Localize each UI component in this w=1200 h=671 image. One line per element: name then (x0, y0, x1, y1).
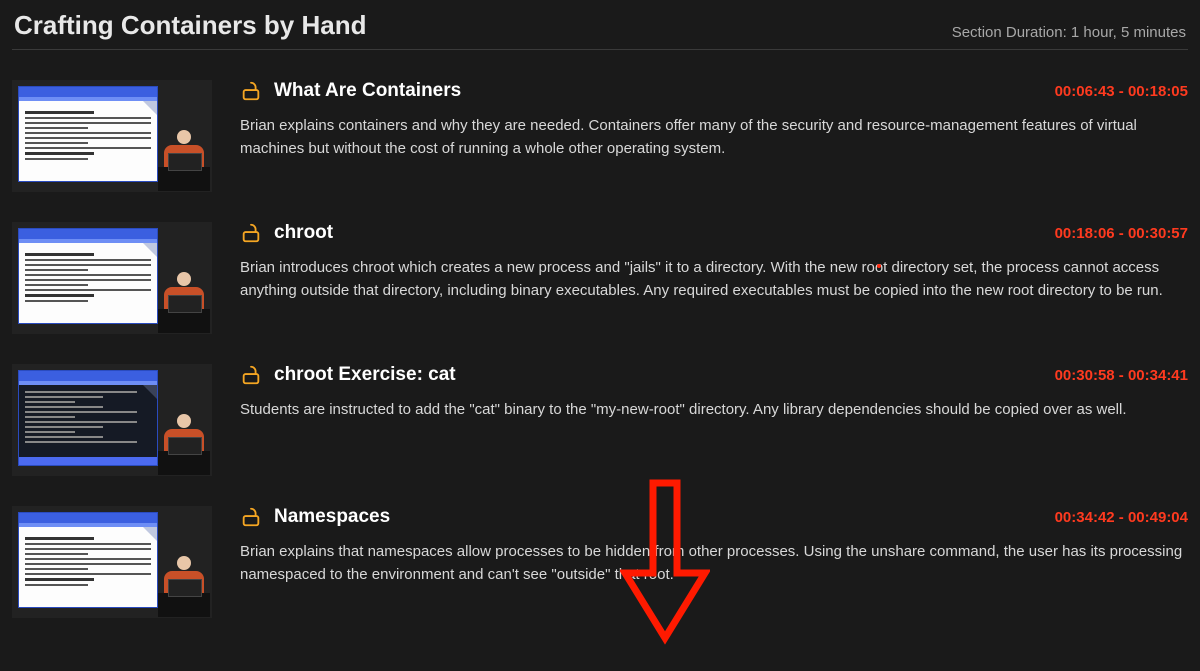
lesson-thumbnail[interactable] (12, 80, 212, 192)
lesson-body: Namespaces 00:34:42 - 00:49:04 Brian exp… (212, 506, 1188, 587)
lesson-timestamp: 00:30:58 - 00:34:41 (1055, 367, 1188, 384)
section-header: Crafting Containers by Hand Section Dura… (12, 0, 1188, 50)
lesson-title-link[interactable]: chroot Exercise: cat (274, 364, 456, 386)
lock-icon (240, 506, 262, 528)
lesson-header: What Are Containers 00:06:43 - 00:18:05 (240, 80, 1188, 102)
lesson-header: chroot 00:18:06 - 00:30:57 (240, 222, 1188, 244)
lesson-body: chroot Exercise: cat 00:30:58 - 00:34:41… (212, 364, 1188, 421)
lesson-timestamp: 00:18:06 - 00:30:57 (1055, 225, 1188, 242)
lesson-row: chroot 00:18:06 - 00:30:57 Brian introdu… (12, 222, 1188, 334)
lesson-title-link[interactable]: Namespaces (274, 506, 390, 528)
lesson-description: Brian introduces chroot which creates a … (240, 256, 1188, 303)
lock-icon (240, 80, 262, 102)
lesson-description: Brian explains containers and why they a… (240, 114, 1188, 161)
lesson-header: Namespaces 00:34:42 - 00:49:04 (240, 506, 1188, 528)
lesson-row: Namespaces 00:34:42 - 00:49:04 Brian exp… (12, 506, 1188, 618)
lesson-description: Students are instructed to add the "cat"… (240, 398, 1188, 421)
lesson-thumbnail[interactable] (12, 364, 212, 476)
lock-icon (240, 222, 262, 244)
lesson-body: chroot 00:18:06 - 00:30:57 Brian introdu… (212, 222, 1188, 303)
lesson-description: Brian explains that namespaces allow pro… (240, 540, 1188, 587)
lesson-thumbnail[interactable] (12, 222, 212, 334)
lesson-row: What Are Containers 00:06:43 - 00:18:05 … (12, 80, 1188, 192)
lesson-timestamp: 00:06:43 - 00:18:05 (1055, 83, 1188, 100)
lesson-body: What Are Containers 00:06:43 - 00:18:05 … (212, 80, 1188, 161)
lesson-title-link[interactable]: What Are Containers (274, 80, 461, 102)
lesson-row: chroot Exercise: cat 00:30:58 - 00:34:41… (12, 364, 1188, 476)
lesson-timestamp: 00:34:42 - 00:49:04 (1055, 509, 1188, 526)
lesson-list: What Are Containers 00:06:43 - 00:18:05 … (12, 80, 1188, 618)
lesson-thumbnail[interactable] (12, 506, 212, 618)
annotation-dot (877, 264, 881, 268)
lesson-title-link[interactable]: chroot (274, 222, 333, 244)
section-title: Crafting Containers by Hand (14, 10, 366, 41)
lock-icon (240, 364, 262, 386)
lesson-header: chroot Exercise: cat 00:30:58 - 00:34:41 (240, 364, 1188, 386)
section-duration: Section Duration: 1 hour, 5 minutes (952, 24, 1186, 41)
